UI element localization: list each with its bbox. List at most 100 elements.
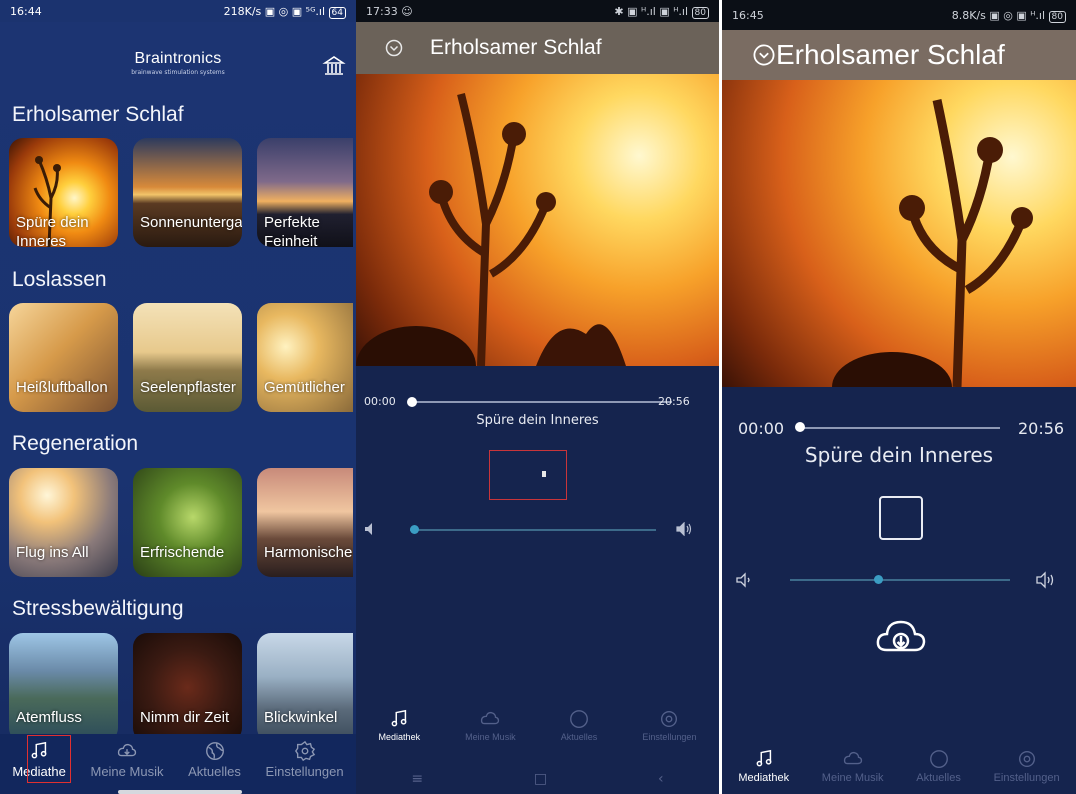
nav-label: Mediathek (738, 772, 790, 784)
gear-icon (294, 740, 315, 762)
card-blickwinkel[interactable]: Blickwinkel (257, 633, 353, 742)
temple-icon[interactable] (322, 54, 346, 78)
nav-mediathek[interactable]: Mediathek (379, 708, 420, 742)
battery-indicator: 64 (328, 6, 346, 19)
elapsed-time: 00:00 (738, 419, 785, 438)
card-nimm-dir-zeit[interactable]: Nimm dir Zeit (133, 633, 242, 742)
battery-indicator: 80 (691, 6, 709, 19)
card-label: Heißluftballon (16, 379, 108, 396)
player-title: Erholsamer Schlaf (430, 36, 602, 59)
seek-bar[interactable] (800, 427, 1000, 429)
card-row: Flug ins All Erfrischende Harmonische (9, 468, 353, 577)
card-seelenpflaster[interactable]: Seelenpflaster (133, 303, 242, 412)
status-bar: 16:45 8.8K/s ▣ ◎ ▣ ᴴ.ıl 80 (722, 0, 1076, 30)
volume-low-icon (365, 523, 372, 535)
plant-silhouette (832, 99, 1033, 387)
nav-label: Aktuelles (560, 732, 598, 742)
nav-label: Einstellungen (642, 732, 697, 742)
card-perfekte-feinheit[interactable]: Perfekte Feinheit (257, 138, 353, 247)
library-screen: 16:44 218K/s ▣ ◎ ▣ ⁵ᴳ.ıl 64 Braintronics… (0, 0, 356, 794)
player-screen-2: 17:33 ☺ ✱ ▣ ᴴ.ıl ▣ ᴴ.ıl 80 Erholsamer Sc… (356, 0, 719, 794)
bottom-navigation: Mediathek Meine Musik Aktuelles Einstell… (722, 748, 1076, 784)
total-time: 20:56 (658, 395, 690, 408)
card-harmonische[interactable]: Harmonische (257, 468, 353, 577)
brand-tagline: brainwave stimulation systems (131, 69, 225, 76)
nav-meine-musik[interactable]: Meine Musik (90, 740, 163, 779)
section-title-regeneration: Regeneration (12, 432, 139, 455)
highlight-box (27, 735, 71, 783)
stop-button[interactable] (542, 471, 546, 477)
card-label: Erfrischende (140, 544, 225, 561)
status-time: 17:33 ☺ (366, 4, 413, 18)
battery-indicator: 80 (1048, 10, 1066, 23)
card-spuere-dein-inneres[interactable]: Spüre dein Inneres (9, 138, 118, 247)
elapsed-time: 00:00 (364, 395, 396, 408)
section-title-stressbewaeltigung: Stressbewältigung (12, 597, 184, 620)
brand-logo: Braintronics (134, 50, 222, 67)
card-gemuetlicher[interactable]: Gemütlicher (257, 303, 353, 412)
nav-aktuelles[interactable]: Aktuelles (188, 740, 241, 779)
stop-button[interactable] (879, 496, 923, 540)
seek-handle[interactable] (407, 397, 417, 407)
nav-aktuelles[interactable]: Aktuelles (560, 708, 598, 742)
card-label: Harmonische (264, 544, 353, 561)
app-header: Braintronics brainwave stimulation syste… (0, 22, 356, 92)
globe-icon (205, 742, 224, 760)
music-note-icon (391, 709, 407, 727)
cover-image (356, 74, 719, 366)
cloud-download-icon[interactable] (875, 614, 927, 656)
nav-aktuelles[interactable]: Aktuelles (916, 748, 961, 784)
status-icons: 8.8K/s ▣ ◎ ▣ ᴴ.ıl 80 (952, 9, 1066, 23)
home-icon[interactable]: □ (534, 771, 547, 787)
volume-slider[interactable] (410, 529, 656, 531)
collapse-icon[interactable] (752, 43, 776, 67)
nav-einstellungen[interactable]: Einstellungen (994, 748, 1060, 784)
volume-high-icon (676, 522, 692, 536)
highlight-box (489, 450, 567, 500)
total-time: 20:56 (1018, 419, 1065, 438)
cloud-download-icon (117, 743, 137, 757)
music-note-icon (756, 749, 772, 767)
card-erfrischende[interactable]: Erfrischende (133, 468, 242, 577)
cloud-download-icon (843, 751, 862, 765)
volume-slider[interactable] (790, 579, 1010, 581)
volume-handle[interactable] (873, 575, 883, 584)
nav-mediathek[interactable]: Mediathek (738, 748, 789, 784)
player-header: Erholsamer Schlaf (722, 30, 1076, 80)
card-flug-ins-all[interactable]: Flug ins All (9, 468, 118, 577)
nav-meine-musik[interactable]: Meine Musik (465, 708, 516, 742)
status-icons: ✱ ▣ ᴴ.ıl ▣ ᴴ.ıl 80 (614, 5, 709, 19)
nav-einstellungen[interactable]: Einstellungen (642, 708, 696, 742)
player-header: Erholsamer Schlaf (356, 22, 719, 74)
status-time: 16:45 (732, 8, 764, 22)
nav-meine-musik[interactable]: Meine Musik (822, 748, 884, 784)
card-label: Flug ins All (16, 544, 89, 561)
home-indicator[interactable] (118, 790, 242, 794)
menu-icon[interactable]: ≡ (411, 771, 423, 787)
section-title-erholsamer-schlaf: Erholsamer Schlaf (12, 103, 184, 126)
card-row: Spüre dein Inneres Sonnenuntergang Perfe… (9, 138, 353, 247)
card-row: Heißluftballon Seelenpflaster Gemütliche… (9, 303, 353, 412)
seek-handle[interactable] (795, 422, 805, 432)
back-icon[interactable]: ‹ (658, 771, 664, 787)
section-title-loslassen: Loslassen (12, 268, 107, 291)
volume-low-icon (736, 572, 750, 588)
volume-high-icon (1036, 571, 1054, 589)
status-icons: 218K/s ▣ ◎ ▣ ⁵ᴳ.ıl 64 (224, 5, 346, 19)
collapse-icon[interactable] (384, 38, 404, 58)
track-name: Spüre dein Inneres (476, 413, 599, 428)
card-sonnenuntergang[interactable]: Sonnenuntergang (133, 138, 242, 247)
seek-bar[interactable] (412, 401, 672, 403)
cover-image (722, 80, 1076, 387)
card-label: Gemütlicher (264, 379, 345, 396)
nav-label: Aktuelles (188, 764, 241, 779)
nav-einstellungen[interactable]: Einstellungen (266, 740, 344, 779)
nav-label: Aktuelles (916, 772, 961, 784)
nav-label: Meine Musik (90, 764, 164, 779)
volume-handle[interactable] (410, 525, 420, 534)
card-heissluftballon[interactable]: Heißluftballon (9, 303, 118, 412)
globe-icon (929, 750, 948, 768)
status-time: 16:44 (10, 4, 42, 18)
card-atemfluss[interactable]: Atemfluss (9, 633, 118, 742)
nav-label: Einstellungen (265, 764, 344, 779)
